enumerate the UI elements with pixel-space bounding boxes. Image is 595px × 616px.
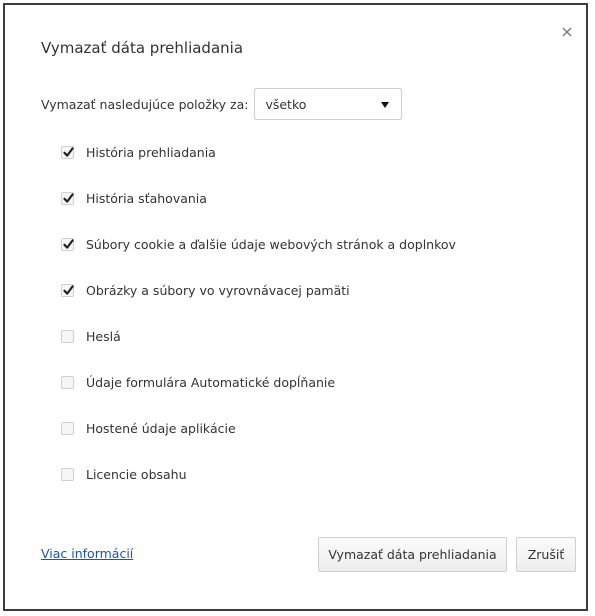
checkbox-unchecked[interactable] [61,376,74,389]
cancel-button[interactable]: Zrušiť [516,537,576,572]
dialog-title: Vymazať dáta prehliadania [41,39,244,57]
option-row[interactable]: História sťahovania [61,191,207,206]
checkbox-unchecked[interactable] [61,422,74,435]
checkmark-icon [63,147,74,157]
time-range-select[interactable]: všetko [254,88,403,120]
checkmark-icon [63,285,74,295]
checkbox-checked[interactable] [61,192,74,205]
option-label: Heslá [86,329,121,344]
option-row[interactable]: Obrázky a súbory vo vyrovnávacej pamäti [61,283,350,298]
option-row[interactable]: Súbory cookie a ďalšie údaje webových st… [61,237,456,252]
option-label: Hostené údaje aplikácie [86,421,236,436]
clear-browsing-data-button[interactable]: Vymazať dáta prehliadania [318,537,507,572]
option-row[interactable]: Hostené údaje aplikácie [61,421,236,436]
more-info-link[interactable]: Viac informácií [41,546,133,561]
checkbox-checked[interactable] [61,146,74,159]
option-row[interactable]: Údaje formulára Automatické dopĺňanie [61,375,335,390]
option-label: História sťahovania [86,191,207,206]
time-range-label: Vymazať nasledujúce položky za: [41,96,249,112]
option-label: Súbory cookie a ďalšie údaje webových st… [86,237,456,252]
option-row[interactable]: Licencie obsahu [61,467,187,482]
option-label: História prehliadania [86,145,216,160]
time-range-value: všetko [265,96,307,112]
checkbox-unchecked[interactable] [61,468,74,481]
checkbox-checked[interactable] [61,238,74,251]
option-label: Obrázky a súbory vo vyrovnávacej pamäti [86,283,350,298]
dropdown-arrow-icon [381,102,390,108]
time-range-row: Vymazať nasledujúce položky za: všetko [41,87,403,121]
option-row[interactable]: Heslá [61,329,121,344]
close-icon[interactable] [561,23,573,37]
option-label: Licencie obsahu [86,467,187,482]
option-label: Údaje formulára Automatické dopĺňanie [86,375,336,390]
clear-browsing-data-dialog: Vymazať dáta prehliadania Vymazať nasled… [3,3,588,611]
option-row[interactable]: História prehliadania [61,145,216,160]
checkmark-icon [63,193,74,203]
checkbox-unchecked[interactable] [61,330,74,343]
checkmark-icon [63,239,74,249]
checkbox-checked[interactable] [61,284,74,297]
